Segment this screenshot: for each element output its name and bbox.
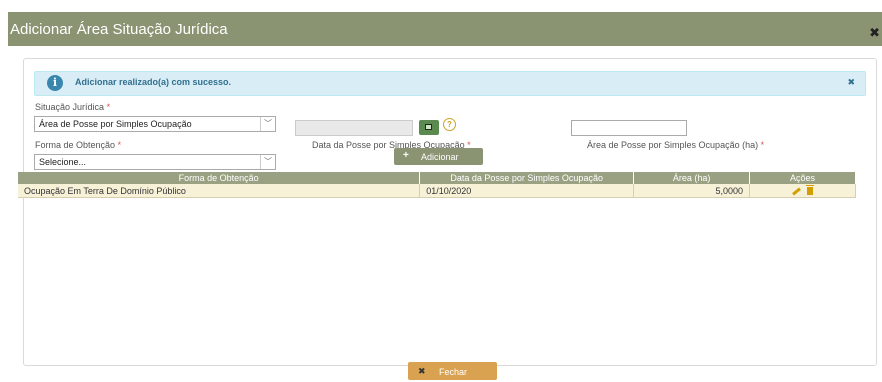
modal-dialog: Adicionar Área Situação Jurídica ✖ i Adi… — [8, 12, 882, 382]
required-mark: * — [117, 140, 122, 150]
form-panel: i Adicionar realizado(a) com sucesso. ✖ … — [23, 58, 877, 366]
required-mark: * — [106, 102, 111, 112]
calendar-button[interactable] — [419, 120, 439, 135]
modal-title: Adicionar Área Situação Jurídica — [10, 21, 228, 38]
required-mark: * — [760, 140, 765, 150]
fechar-button[interactable]: ✖ Fechar — [408, 362, 497, 380]
situacao-label: Situação Jurídica * — [35, 102, 110, 112]
header-data[interactable]: Data da Posse por Simples Ocupação — [419, 172, 635, 184]
header-area[interactable]: Área (ha) — [633, 172, 751, 184]
chevron-down-icon: ﹀ — [260, 155, 275, 169]
add-button[interactable]: + Adicionar — [394, 148, 483, 165]
cell-actions — [749, 184, 856, 198]
info-icon: i — [47, 75, 63, 91]
situacao-select-value: Área de Posse por Simples Ocupação — [39, 119, 192, 129]
add-button-label: Adicionar — [421, 152, 459, 162]
forma-select-value: Selecione... — [39, 157, 87, 167]
chevron-down-icon: ﹀ — [260, 117, 275, 131]
cell-area: 5,0000 — [633, 184, 751, 198]
cell-data: 01/10/2020 — [419, 184, 635, 198]
area-label-text: Área de Posse por Simples Ocupação (ha) — [587, 140, 759, 150]
trash-icon[interactable] — [805, 185, 814, 196]
success-alert: i Adicionar realizado(a) com sucesso. ✖ — [34, 71, 866, 96]
table-row: Ocupação Em Terra De Domínio Público 01/… — [18, 184, 856, 198]
situacao-label-text: Situação Jurídica — [35, 102, 105, 112]
data-posse-input[interactable] — [295, 120, 413, 136]
help-icon[interactable]: ? — [443, 118, 456, 131]
header-forma[interactable]: Forma de Obtenção — [18, 172, 421, 184]
forma-label: Forma de Obtenção * — [35, 140, 121, 150]
area-input[interactable] — [571, 120, 687, 136]
table-header-row: Forma de Obtenção Data da Posse por Simp… — [18, 172, 856, 184]
calendar-icon — [425, 124, 432, 130]
results-table: Forma de Obtenção Data da Posse por Simp… — [18, 172, 856, 198]
forma-label-text: Forma de Obtenção — [35, 140, 116, 150]
cell-forma: Ocupação Em Terra De Domínio Público — [18, 184, 421, 198]
header-acoes: Ações — [749, 172, 856, 184]
area-label: Área de Posse por Simples Ocupação (ha) … — [587, 140, 764, 150]
alert-close-icon[interactable]: ✖ — [847, 77, 855, 88]
forma-select[interactable]: Selecione... ﹀ — [34, 154, 276, 170]
situacao-select[interactable]: Área de Posse por Simples Ocupação ﹀ — [34, 116, 276, 132]
modal-header: Adicionar Área Situação Jurídica ✖ — [8, 12, 882, 46]
fechar-label: Fechar — [439, 367, 468, 377]
close-icon[interactable]: ✖ — [869, 25, 880, 41]
plus-icon: + — [403, 150, 409, 161]
edit-icon[interactable] — [792, 187, 802, 196]
close-icon: ✖ — [418, 366, 426, 376]
alert-message: Adicionar realizado(a) com sucesso. — [75, 77, 232, 87]
